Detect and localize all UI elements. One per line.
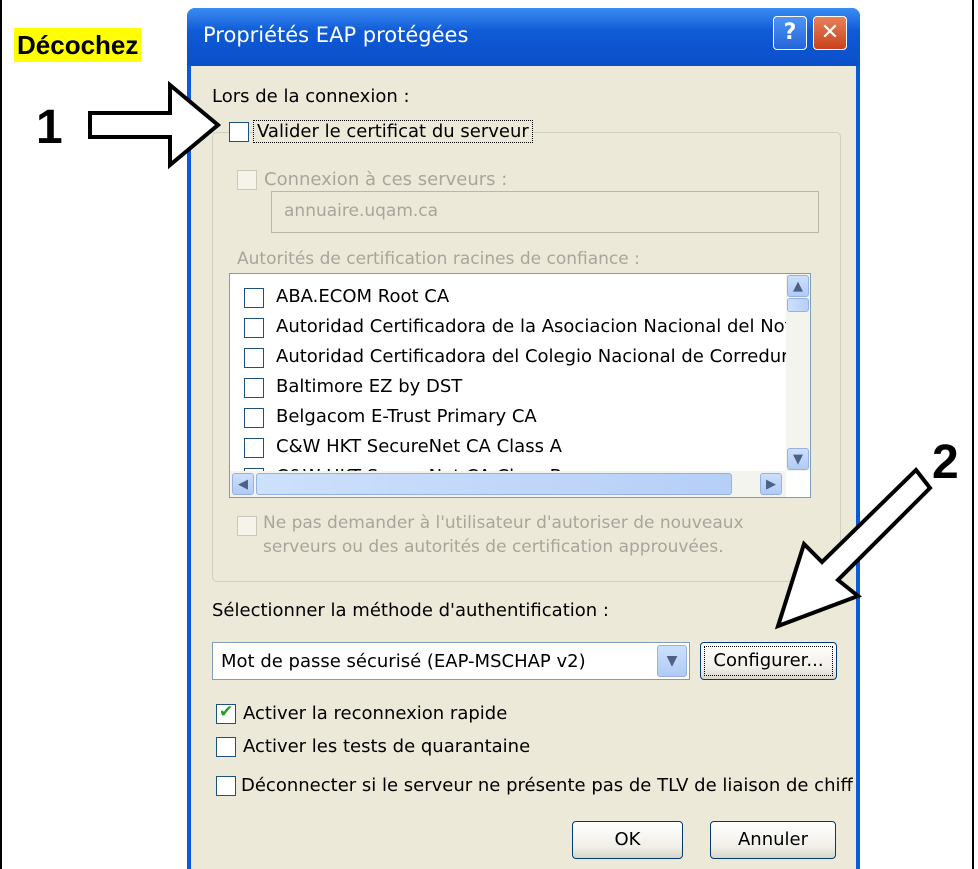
step2-arrow [774, 467, 933, 630]
annotation-arrows [88, 80, 933, 630]
step1-arrow [88, 80, 222, 170]
